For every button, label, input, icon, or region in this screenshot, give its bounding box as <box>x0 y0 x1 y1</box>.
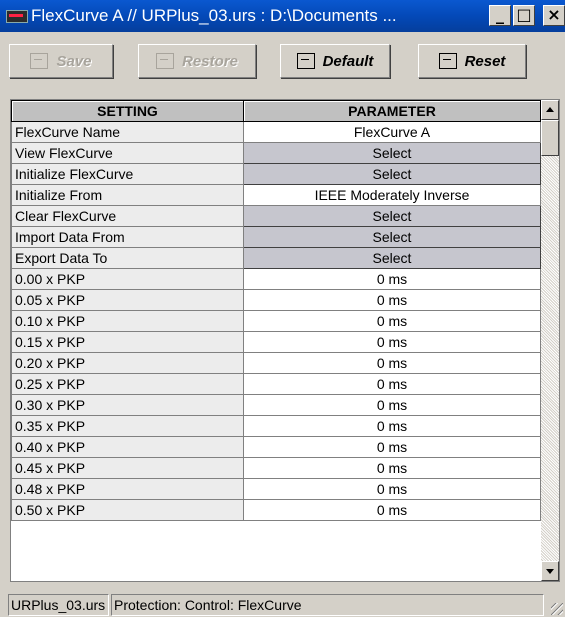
close-button[interactable]: × <box>543 5 565 26</box>
setting-cell: Initialize From <box>11 184 244 206</box>
vertical-scrollbar[interactable] <box>541 100 559 581</box>
select-button[interactable]: Select <box>243 142 541 164</box>
status-path: Protection: Control: FlexCurve <box>111 594 544 616</box>
column-header-setting[interactable]: SETTING <box>11 100 244 122</box>
minimize-button[interactable]: _ <box>489 5 511 26</box>
setting-cell: 0.48 x PKP <box>11 478 244 500</box>
parameter-cell[interactable]: FlexCurve A <box>243 121 541 143</box>
flexcurve-window: FlexCurve A // URPlus_03.urs : D:\Docume… <box>0 0 565 617</box>
table-row[interactable]: 0.25 x PKP 0 ms <box>11 373 541 395</box>
table-row[interactable]: 0.20 x PKP 0 ms <box>11 352 541 374</box>
setting-cell: 0.45 x PKP <box>11 457 244 479</box>
parameter-cell[interactable]: 0 ms <box>243 268 541 290</box>
resize-grip-icon[interactable] <box>551 603 563 615</box>
select-button[interactable]: Select <box>243 205 541 227</box>
table-row[interactable]: 0.15 x PKP 0 ms <box>11 331 541 353</box>
setting-cell: 0.00 x PKP <box>11 268 244 290</box>
table-row[interactable]: 0.30 x PKP 0 ms <box>11 394 541 416</box>
select-button[interactable]: Select <box>243 226 541 248</box>
scroll-thumb[interactable] <box>541 120 559 156</box>
select-button[interactable]: Select <box>243 163 541 185</box>
reset-button[interactable]: Reset <box>418 44 526 78</box>
table-row[interactable]: FlexCurve Name FlexCurve A <box>11 121 541 143</box>
setting-cell: Export Data To <box>11 247 244 269</box>
setting-cell: 0.40 x PKP <box>11 436 244 458</box>
parameter-cell[interactable]: 0 ms <box>243 310 541 332</box>
parameter-cell[interactable]: 0 ms <box>243 436 541 458</box>
setting-cell: 0.25 x PKP <box>11 373 244 395</box>
status-file: URPlus_03.urs <box>8 594 109 616</box>
table-row[interactable]: Initialize FlexCurve Select <box>11 163 541 185</box>
setting-cell: Clear FlexCurve <box>11 205 244 227</box>
table-row[interactable]: View FlexCurve Select <box>11 142 541 164</box>
setting-cell: FlexCurve Name <box>11 121 244 143</box>
settings-table: SETTING PARAMETER FlexCurve Name FlexCurv… <box>11 100 541 521</box>
table-row[interactable]: 0.50 x PKP 0 ms <box>11 499 541 521</box>
table-row[interactable]: 0.45 x PKP 0 ms <box>11 457 541 479</box>
column-header-parameter[interactable]: PARAMETER <box>243 100 541 122</box>
setting-cell: 0.50 x PKP <box>11 499 244 521</box>
status-bar: URPlus_03.urs Protection: Control: FlexC… <box>0 588 565 617</box>
setting-cell: Import Data From <box>11 226 244 248</box>
toolbar: Save Restore Default Reset <box>0 32 565 92</box>
default-icon <box>296 53 315 69</box>
parameter-cell[interactable]: 0 ms <box>243 331 541 353</box>
table-row[interactable]: Initialize From IEEE Moderately Inverse <box>11 184 541 206</box>
scroll-up-button[interactable] <box>541 100 559 120</box>
title-bar[interactable]: FlexCurve A // URPlus_03.urs : D:\Docume… <box>0 0 565 32</box>
setting-cell: View FlexCurve <box>11 142 244 164</box>
parameter-cell[interactable]: 0 ms <box>243 352 541 374</box>
parameter-cell[interactable]: 0 ms <box>243 478 541 500</box>
table-row[interactable]: 0.05 x PKP 0 ms <box>11 289 541 311</box>
settings-grid: SETTING PARAMETER FlexCurve Name FlexCurv… <box>10 99 560 582</box>
maximize-button[interactable]: □ <box>513 5 535 26</box>
arrow-down-icon <box>546 569 554 574</box>
app-icon <box>6 10 28 23</box>
parameter-cell[interactable]: 0 ms <box>243 373 541 395</box>
table-row[interactable]: Import Data From Select <box>11 226 541 248</box>
restore-button[interactable]: Restore <box>138 44 256 78</box>
setting-cell: 0.05 x PKP <box>11 289 244 311</box>
select-button[interactable]: Select <box>243 247 541 269</box>
parameter-cell[interactable]: 0 ms <box>243 457 541 479</box>
table-row[interactable]: Export Data To Select <box>11 247 541 269</box>
parameter-cell[interactable]: 0 ms <box>243 394 541 416</box>
reset-icon <box>438 53 457 69</box>
setting-cell: 0.35 x PKP <box>11 415 244 437</box>
table-row[interactable]: 0.48 x PKP 0 ms <box>11 478 541 500</box>
default-button[interactable]: Default <box>280 44 390 78</box>
window-title: FlexCurve A // URPlus_03.urs : D:\Docume… <box>31 6 397 25</box>
setting-cell: 0.20 x PKP <box>11 352 244 374</box>
save-button[interactable]: Save <box>9 44 113 78</box>
table-row[interactable]: 0.10 x PKP 0 ms <box>11 310 541 332</box>
restore-icon <box>156 53 175 69</box>
parameter-cell[interactable]: 0 ms <box>243 499 541 521</box>
table-row[interactable]: 0.35 x PKP 0 ms <box>11 415 541 437</box>
setting-cell: Initialize FlexCurve <box>11 163 244 185</box>
table-row[interactable]: 0.00 x PKP 0 ms <box>11 268 541 290</box>
arrow-up-icon <box>546 107 554 112</box>
setting-cell: 0.10 x PKP <box>11 310 244 332</box>
save-icon <box>30 53 49 69</box>
parameter-cell[interactable]: 0 ms <box>243 289 541 311</box>
setting-cell: 0.30 x PKP <box>11 394 244 416</box>
parameter-cell[interactable]: IEEE Moderately Inverse <box>243 184 541 206</box>
setting-cell: 0.15 x PKP <box>11 331 244 353</box>
table-row[interactable]: 0.40 x PKP 0 ms <box>11 436 541 458</box>
table-row[interactable]: Clear FlexCurve Select <box>11 205 541 227</box>
parameter-cell[interactable]: 0 ms <box>243 415 541 437</box>
scroll-down-button[interactable] <box>541 561 559 581</box>
